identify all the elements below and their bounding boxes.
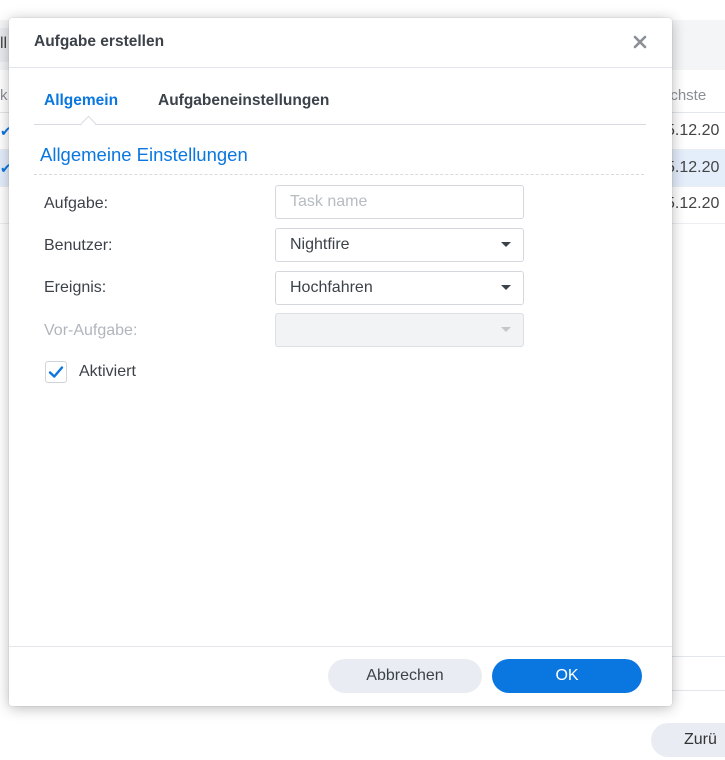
section-title: Allgemeine Einstellungen bbox=[40, 144, 248, 165]
user-select[interactable]: Nightfire bbox=[275, 228, 524, 262]
checkmark-icon bbox=[48, 366, 64, 378]
dialog-tabs: Allgemein Aufgabeneinstellungen bbox=[34, 88, 646, 132]
tab-task-settings[interactable]: Aufgabeneinstellungen bbox=[158, 92, 329, 110]
task-name-input[interactable] bbox=[275, 185, 524, 219]
active-tab-indicator bbox=[80, 115, 97, 132]
user-select-value: Nightfire bbox=[290, 236, 350, 253]
caret-down-icon bbox=[501, 327, 511, 332]
dialog-footer: Abbrechen OK bbox=[9, 646, 672, 707]
enabled-label[interactable]: Aktiviert bbox=[79, 363, 136, 381]
ok-button[interactable]: OK bbox=[492, 659, 642, 693]
event-label: Ereignis: bbox=[44, 279, 107, 296]
pre-task-label: Vor-Aufgabe: bbox=[44, 322, 138, 339]
event-select-value: Hochfahren bbox=[290, 279, 373, 296]
background-row-date: 5.12.20 bbox=[666, 122, 720, 139]
enabled-checkbox[interactable] bbox=[45, 361, 67, 383]
section-divider bbox=[34, 174, 644, 175]
user-label: Benutzer: bbox=[44, 237, 113, 254]
task-label: Aufgabe: bbox=[44, 195, 109, 212]
dialog-header: Aufgabe erstellen bbox=[9, 18, 672, 68]
caret-down-icon bbox=[501, 285, 511, 290]
background-toolbar-label: ll bbox=[0, 35, 8, 52]
tab-general[interactable]: Allgemein bbox=[44, 92, 118, 110]
event-select[interactable]: Hochfahren bbox=[275, 271, 524, 305]
background-row-date: 5.12.20 bbox=[666, 159, 720, 176]
background-header-cell-left: k bbox=[0, 87, 8, 104]
caret-down-icon bbox=[501, 242, 511, 247]
cancel-button[interactable]: Abbrechen bbox=[328, 659, 482, 693]
background-back-button[interactable]: Zurü bbox=[651, 723, 725, 757]
dialog-title: Aufgabe erstellen bbox=[34, 33, 165, 50]
create-task-dialog: Aufgabe erstellen Allgemein Aufgabeneins… bbox=[9, 18, 672, 706]
close-icon[interactable] bbox=[628, 30, 652, 54]
pre-task-select bbox=[275, 313, 524, 347]
background-row-date: 5.12.20 bbox=[666, 195, 720, 212]
